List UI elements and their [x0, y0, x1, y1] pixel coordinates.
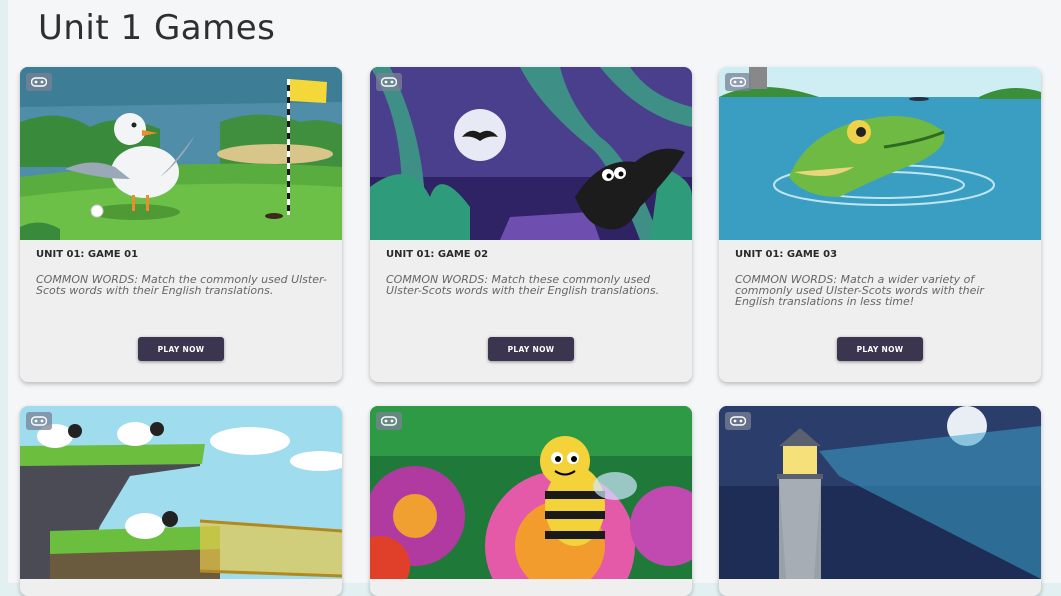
- game-card-5: [370, 406, 692, 596]
- page-title: Unit 1 Games: [38, 8, 276, 48]
- game-thumbnail-bat-forest[interactable]: [370, 67, 692, 240]
- play-now-button[interactable]: PLAY NOW: [837, 337, 923, 361]
- game-thumbnail-bee-flowers[interactable]: [370, 406, 692, 579]
- game-card-3: UNIT 01: GAME 03 COMMON WORDS: Match a w…: [719, 67, 1041, 382]
- game-card-6: [719, 406, 1041, 596]
- game-label: UNIT 01: GAME 01: [36, 249, 139, 260]
- game-description: COMMON WORDS: Match the commonly used Ul…: [36, 273, 327, 297]
- play-now-button[interactable]: PLAY NOW: [488, 337, 574, 361]
- gamepad-icon: [376, 73, 402, 91]
- game-card-1: UNIT 01: GAME 01 COMMON WORDS: Match the…: [20, 67, 342, 382]
- game-description: COMMON WORDS: Match a wider variety of c…: [735, 273, 984, 308]
- gamepad-icon: [26, 412, 52, 430]
- gamepad-icon: [725, 412, 751, 430]
- gamepad-icon: [26, 73, 52, 91]
- game-thumbnail-frog-lake[interactable]: [719, 67, 1041, 240]
- game-label: UNIT 01: GAME 02: [386, 249, 489, 260]
- game-thumbnail-seagull-golf[interactable]: [20, 67, 342, 240]
- game-card-4: [20, 406, 342, 596]
- game-label: UNIT 01: GAME 03: [735, 249, 838, 260]
- game-card-2: UNIT 01: GAME 02 COMMON WORDS: Match the…: [370, 67, 692, 382]
- game-thumbnail-lighthouse[interactable]: [719, 406, 1041, 579]
- play-now-button[interactable]: PLAY NOW: [138, 337, 224, 361]
- game-thumbnail-sheep-cliff[interactable]: [20, 406, 342, 579]
- game-description: COMMON WORDS: Match these commonly used …: [386, 273, 660, 297]
- gamepad-icon: [376, 412, 402, 430]
- gamepad-icon: [725, 73, 751, 91]
